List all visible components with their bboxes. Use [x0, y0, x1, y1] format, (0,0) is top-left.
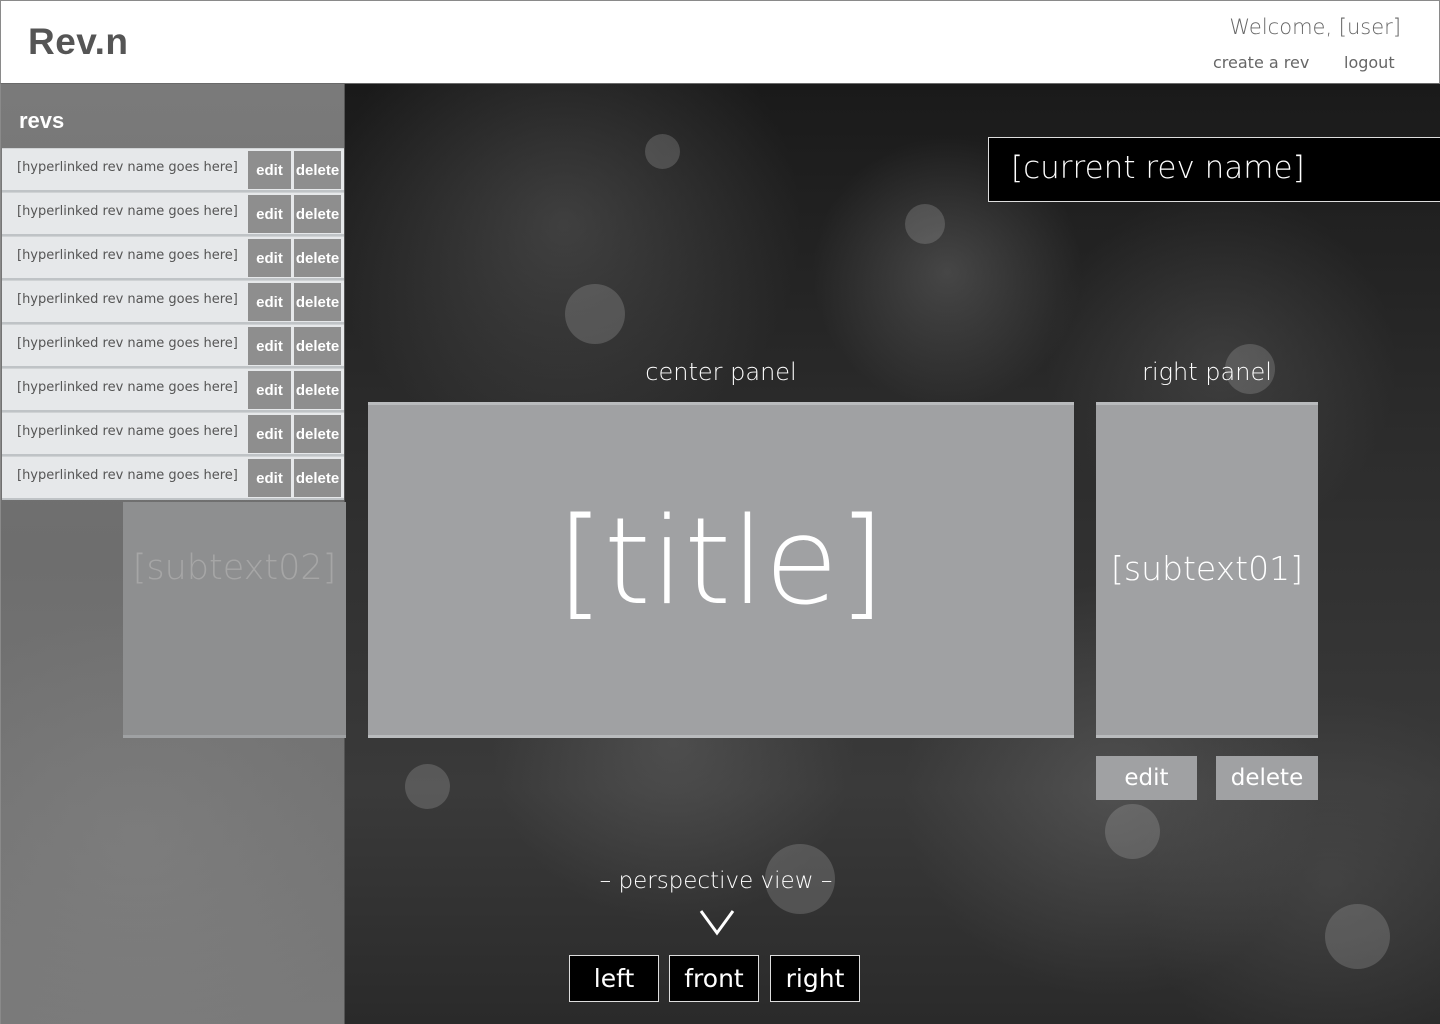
rev-name-link[interactable]: [hyperlinked rev name goes here]: [17, 336, 238, 351]
rev-name-link[interactable]: [hyperlinked rev name goes here]: [17, 204, 238, 219]
perspective-view-label: – perspective view –: [599, 868, 833, 894]
delete-button[interactable]: delete: [294, 239, 341, 277]
panel-delete-button[interactable]: delete: [1216, 756, 1318, 800]
rev-name-link[interactable]: [hyperlinked rev name goes here]: [17, 424, 238, 439]
list-item: [hyperlinked rev name goes here] edit de…: [2, 148, 344, 192]
create-rev-link[interactable]: create a rev: [1213, 53, 1309, 72]
delete-button[interactable]: delete: [294, 151, 341, 189]
current-rev-name: [current rev name]: [1011, 150, 1305, 186]
delete-button[interactable]: delete: [294, 371, 341, 409]
center-panel[interactable]: [title]: [368, 402, 1074, 738]
current-rev-name-box: [current rev name]: [988, 137, 1440, 202]
rev-name-link[interactable]: [hyperlinked rev name goes here]: [17, 292, 238, 307]
edit-button[interactable]: edit: [248, 459, 291, 497]
list-item: [hyperlinked rev name goes here] edit de…: [2, 456, 344, 500]
list-item: [hyperlinked rev name goes here] edit de…: [2, 236, 344, 280]
edit-button[interactable]: edit: [248, 415, 291, 453]
edit-button[interactable]: edit: [248, 371, 291, 409]
right-panel[interactable]: [subtext01]: [1096, 402, 1318, 738]
view-left-button[interactable]: left: [569, 955, 659, 1002]
rev-name-link[interactable]: [hyperlinked rev name goes here]: [17, 248, 238, 263]
list-item: [hyperlinked rev name goes here] edit de…: [2, 368, 344, 412]
view-front-button[interactable]: front: [669, 955, 759, 1002]
rev-name-link[interactable]: [hyperlinked rev name goes here]: [17, 380, 238, 395]
edit-button[interactable]: edit: [248, 239, 291, 277]
subtext02: [subtext02]: [132, 548, 337, 588]
rev-list: [hyperlinked rev name goes here] edit de…: [2, 148, 344, 500]
welcome-message: Welcome, [user]: [1229, 15, 1401, 39]
edit-button[interactable]: edit: [248, 151, 291, 189]
edit-button[interactable]: edit: [248, 283, 291, 321]
subtext01: [subtext01]: [1111, 549, 1303, 588]
app-logo[interactable]: Rev.n: [28, 21, 129, 63]
list-item: [hyperlinked rev name goes here] edit de…: [2, 412, 344, 456]
delete-button[interactable]: delete: [294, 327, 341, 365]
top-header: Rev.n Welcome, [user] create a rev logou…: [0, 0, 1440, 84]
panel-edit-button[interactable]: edit: [1096, 756, 1197, 800]
list-item: [hyperlinked rev name goes here] edit de…: [2, 280, 344, 324]
delete-button[interactable]: delete: [294, 283, 341, 321]
sidebar: revs [hyperlinked rev name goes here] ed…: [0, 84, 346, 1024]
left-panel: [subtext02]: [123, 502, 346, 738]
panel-title: [title]: [556, 493, 886, 632]
rev-name-link[interactable]: [hyperlinked rev name goes here]: [17, 160, 238, 175]
view-right-button[interactable]: right: [770, 955, 860, 1002]
edit-button[interactable]: edit: [248, 195, 291, 233]
chevron-down-icon[interactable]: [699, 908, 735, 936]
list-item: [hyperlinked rev name goes here] edit de…: [2, 324, 344, 368]
edit-button[interactable]: edit: [248, 327, 291, 365]
list-item: [hyperlinked rev name goes here] edit de…: [2, 192, 344, 236]
logout-link[interactable]: logout: [1344, 53, 1395, 72]
rev-name-link[interactable]: [hyperlinked rev name goes here]: [17, 468, 238, 483]
sidebar-heading: revs: [19, 108, 65, 133]
delete-button[interactable]: delete: [294, 415, 341, 453]
delete-button[interactable]: delete: [294, 195, 341, 233]
delete-button[interactable]: delete: [294, 459, 341, 497]
right-panel-label: right panel: [1142, 358, 1272, 386]
center-panel-label: center panel: [645, 358, 797, 386]
